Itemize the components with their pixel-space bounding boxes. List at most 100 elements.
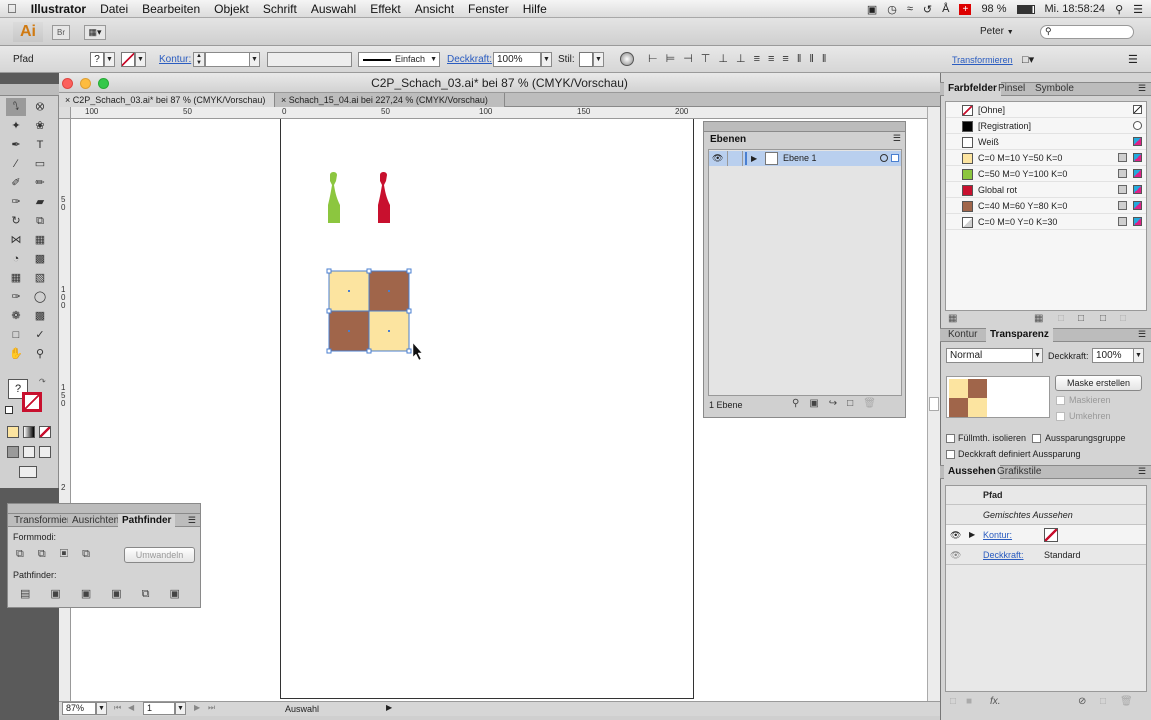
panel-menu-icon[interactable]: ☰ bbox=[188, 515, 196, 526]
artboard-tool-icon[interactable]: □ bbox=[6, 326, 26, 344]
swiss-flag-icon[interactable]: + bbox=[959, 3, 972, 15]
vertical-scrollbar[interactable] bbox=[927, 107, 940, 701]
swap-fill-stroke-icon[interactable]: ↷ bbox=[39, 377, 46, 386]
variable-width-profile[interactable] bbox=[267, 52, 352, 67]
lock-toggle[interactable] bbox=[727, 151, 743, 166]
symbol-sprayer-tool-icon[interactable]: ❁ bbox=[6, 307, 26, 325]
trim-icon[interactable]: ▣ bbox=[50, 588, 80, 600]
unite-icon[interactable]: ⧉ bbox=[16, 548, 38, 560]
stroke-weight-field[interactable] bbox=[205, 52, 250, 67]
menu-ansicht[interactable]: Ansicht bbox=[408, 2, 461, 16]
minimize-window-button[interactable] bbox=[80, 78, 91, 89]
help-search-input[interactable]: ⚲ bbox=[1040, 25, 1134, 39]
pen-tool-icon[interactable]: ✒ bbox=[6, 136, 26, 154]
paintbrush-tool-icon[interactable]: ✐ bbox=[6, 174, 26, 192]
artboard-dropdown[interactable]: ▼ bbox=[175, 702, 186, 715]
distribute-center-icon[interactable]: ≡ bbox=[768, 53, 782, 65]
transparency-opacity-field[interactable]: 100% bbox=[1092, 348, 1134, 363]
swatch-row[interactable]: C=0 M=0 Y=0 K=30 bbox=[946, 214, 1146, 230]
type-tool-icon[interactable]: T bbox=[30, 136, 50, 154]
slice-tool-icon[interactable]: ✓ bbox=[30, 326, 50, 344]
invert-mask-checkbox[interactable] bbox=[1056, 412, 1065, 421]
zoom-window-button[interactable] bbox=[98, 78, 109, 89]
panel-menu-icon[interactable]: ☰ bbox=[1128, 53, 1138, 66]
transparency-opacity-dropdown[interactable]: ▼ bbox=[1133, 348, 1144, 363]
tab-schach-15-04[interactable]: × Schach_15_04.ai bei 227,24 % (CMYK/Vor… bbox=[275, 93, 505, 107]
vertical-ruler[interactable]: 5 0 1 0 0 1 5 0 2 bbox=[59, 119, 71, 701]
add-fill-icon[interactable]: ■ bbox=[966, 696, 972, 707]
graphic-style-dropdown[interactable]: ▼ bbox=[593, 52, 604, 67]
opacity-dropdown[interactable]: ▼ bbox=[541, 52, 552, 67]
zoom-field[interactable]: 87% bbox=[62, 702, 96, 715]
tab-brushes[interactable]: Pinsel bbox=[994, 82, 1029, 96]
column-graph-tool-icon[interactable]: ▩ bbox=[30, 307, 50, 325]
lasso-tool-icon[interactable]: ❀ bbox=[30, 117, 50, 135]
default-fill-stroke-icon[interactable] bbox=[5, 406, 13, 414]
fill-swatch[interactable]: ? bbox=[90, 52, 104, 67]
brush-style-dropdown[interactable]: Einfach ▼ bbox=[358, 52, 440, 67]
bluetooth-icon[interactable]: Å bbox=[942, 3, 949, 15]
color-group-icon[interactable]: □ bbox=[1078, 313, 1084, 324]
workspace-switcher[interactable]: Peter ▼ bbox=[980, 24, 1024, 40]
menu-objekt[interactable]: Objekt bbox=[207, 2, 256, 16]
new-layer-icon[interactable]: □ bbox=[847, 398, 863, 409]
swatch-row[interactable]: C=0 M=10 Y=50 K=0 bbox=[946, 150, 1146, 166]
crop-icon[interactable]: ▣ bbox=[111, 588, 141, 600]
swatch-row[interactable]: C=50 M=0 Y=100 K=0 bbox=[946, 166, 1146, 182]
previous-artboard-icon[interactable]: ◀ bbox=[128, 703, 134, 712]
recolor-artwork-icon[interactable] bbox=[620, 52, 634, 66]
appearance-opacity-label[interactable]: Deckkraft: bbox=[983, 545, 1024, 565]
visibility-eye-icon[interactable]: 👁 bbox=[950, 545, 961, 565]
tab-swatches[interactable]: Farbfelder bbox=[944, 82, 1001, 96]
time-machine-icon[interactable]: ↺ bbox=[923, 3, 932, 16]
status-menu-icon[interactable]: ▶ bbox=[386, 703, 392, 712]
appearance-opacity-row[interactable]: 👁 Deckkraft: Standard bbox=[946, 545, 1146, 565]
tab-transform[interactable]: Transformieren bbox=[10, 514, 68, 527]
panel-menu-icon[interactable]: ☰ bbox=[893, 133, 901, 144]
scale-tool-icon[interactable]: ⧉ bbox=[30, 212, 50, 230]
appearance-stroke-row[interactable]: 👁 ▶ Kontur: bbox=[946, 525, 1146, 545]
close-tab-icon[interactable]: × bbox=[281, 95, 286, 105]
draw-behind-icon[interactable] bbox=[23, 446, 35, 458]
expand-triangle-icon[interactable]: ▶ bbox=[751, 151, 757, 166]
perspective-grid-tool-icon[interactable]: ▩ bbox=[30, 250, 50, 268]
divide-icon[interactable]: ▤ bbox=[20, 588, 50, 600]
layers-tab[interactable]: Ebenen bbox=[706, 133, 751, 146]
new-swatch-icon[interactable]: □ bbox=[1120, 313, 1126, 324]
first-artboard-icon[interactable]: ⏮ bbox=[114, 703, 121, 713]
blob-brush-tool-icon[interactable]: ✑ bbox=[6, 193, 26, 211]
delete-layer-icon[interactable]: 🗑 bbox=[863, 398, 886, 409]
distribute-bottom-icon[interactable]: ≡ bbox=[782, 53, 796, 65]
visibility-eye-icon[interactable]: 👁 bbox=[950, 525, 961, 545]
menu-auswahl[interactable]: Auswahl bbox=[304, 2, 363, 16]
swatch-options-icon[interactable]: □ bbox=[1058, 313, 1064, 324]
stroke-dropdown[interactable]: ▼ bbox=[135, 52, 146, 67]
swatch-kind-icon[interactable]: ▦ bbox=[1034, 313, 1043, 324]
distribute-top-icon[interactable]: ≡ bbox=[754, 53, 768, 65]
stroke-color-box[interactable] bbox=[22, 392, 42, 412]
tab-symbols[interactable]: Symbole bbox=[1031, 82, 1078, 96]
tab-transparency[interactable]: Transparenz bbox=[986, 328, 1053, 342]
distribute-left-icon[interactable]: ‖ bbox=[797, 53, 810, 65]
fill-dropdown[interactable]: ▼ bbox=[104, 52, 115, 67]
expand-button[interactable]: Umwandeln bbox=[124, 547, 195, 563]
zoom-dropdown[interactable]: ▼ bbox=[96, 702, 107, 715]
layers-panel-header[interactable] bbox=[704, 122, 905, 132]
clear-appearance-icon[interactable]: ⊘ bbox=[1078, 696, 1086, 707]
exclude-icon[interactable]: ⧉ bbox=[82, 548, 104, 560]
none-mode-icon[interactable] bbox=[39, 426, 51, 438]
eyedropper-tool-icon[interactable]: ✑ bbox=[6, 288, 26, 306]
blend-tool-icon[interactable]: ◯ bbox=[30, 288, 50, 306]
red-pawn[interactable] bbox=[378, 172, 390, 223]
panel-menu-icon[interactable]: ☰ bbox=[1138, 466, 1146, 477]
opacity-field[interactable]: 100% bbox=[493, 52, 541, 67]
pencil-tool-icon[interactable]: ✏ bbox=[30, 174, 50, 192]
new-sublayer-icon[interactable]: ↪ bbox=[829, 398, 847, 409]
make-clipping-mask-icon[interactable]: ▣ bbox=[809, 398, 828, 409]
green-pawn[interactable] bbox=[328, 172, 340, 223]
swatch-libraries-icon[interactable]: ▦ bbox=[948, 313, 957, 324]
panel-menu-icon[interactable]: ☰ bbox=[1138, 83, 1146, 94]
tab-align[interactable]: Ausrichten bbox=[68, 514, 123, 527]
menu-fenster[interactable]: Fenster bbox=[461, 2, 516, 16]
gradient-mode-icon[interactable] bbox=[23, 426, 35, 438]
